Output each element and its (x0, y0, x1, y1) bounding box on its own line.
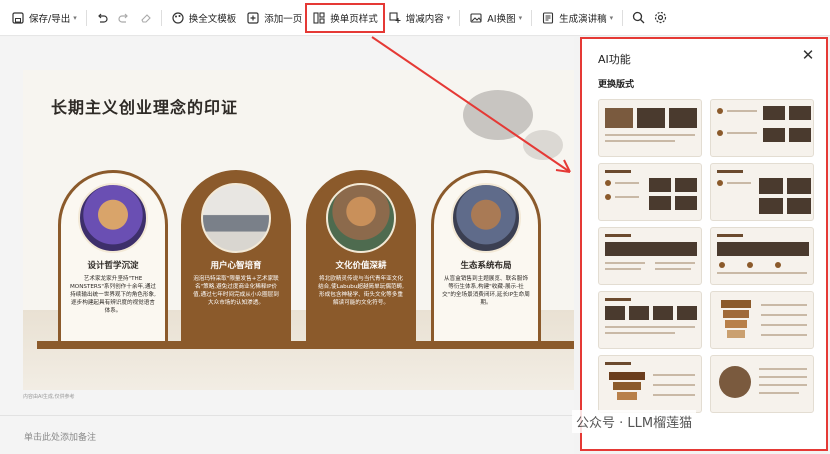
slide-title[interactable]: 长期主义创业理念的印证 (51, 94, 238, 118)
replace-template-button[interactable]: 换全文模板 (166, 5, 242, 31)
replace-template-label: 换全文模板 (188, 13, 237, 25)
redo-icon (118, 13, 128, 23)
chevron-down-icon: ▾ (446, 13, 451, 22)
card-culture[interactable]: 文化价值深耕 将北欧精灵传说与当代青年亚文化结合,使Labubu超越简单玩偶范畴… (306, 170, 416, 344)
card-image (78, 183, 148, 253)
layout-thumbnail[interactable] (598, 355, 702, 413)
card-user[interactable]: 用户心智培育 泡泡玛特采取"限量发售+艺术家联名"策略,避免过度商业化稀释IP价… (181, 170, 291, 344)
ai-disclaimer: 内容由AI生成,仅供参考 (23, 394, 75, 400)
image-icon (469, 11, 483, 25)
layout-thumbnail[interactable] (598, 99, 702, 157)
script-icon (541, 11, 555, 25)
ink-splash (463, 90, 533, 140)
layout-thumbnail[interactable] (710, 291, 814, 349)
add-remove-content-label: 增减内容 (405, 13, 444, 25)
card-title: 文化价值深耕 (335, 261, 387, 271)
layout-icon (312, 11, 326, 25)
slide-floor-bar (37, 341, 574, 349)
save-export-label: 保存/导出 (29, 13, 71, 25)
divider (622, 9, 624, 26)
card-text: 将北欧精灵传说与当代青年亚文化结合,使Labubu超越简单玩偶范畴,形成包含神秘… (318, 276, 404, 306)
ai-image-menu[interactable]: AI换图 ▾ (464, 5, 527, 31)
divider (85, 9, 87, 26)
chevron-down-icon: ▾ (73, 13, 77, 22)
card-title: 用户心智培育 (210, 261, 262, 271)
generate-script-label: 生成演讲稿 (559, 13, 607, 25)
ai-panel: AI功能 ✕ 更换版式 (580, 37, 828, 451)
gear-icon (654, 11, 666, 24)
clear-format-button[interactable] (135, 5, 157, 31)
card-title: 设计哲学沉淀 (87, 261, 139, 271)
chevron-down-icon: ▾ (518, 13, 523, 22)
add-page-button[interactable]: 添加一页 (241, 5, 307, 31)
layout-thumbnail[interactable] (710, 163, 814, 221)
search-button[interactable] (627, 5, 649, 31)
add-page-icon (246, 11, 260, 25)
panel-subtitle: 更换版式 (598, 80, 635, 90)
redo-button[interactable] (113, 5, 135, 31)
add-page-label: 添加一页 (264, 13, 303, 25)
watermark: 公众号 · LLM榴莲猫 (572, 410, 697, 433)
search-icon (632, 11, 645, 24)
card-title: 生态系统布局 (460, 261, 512, 271)
eraser-icon (141, 13, 151, 23)
card-design[interactable]: 设计哲学沉淀 艺术家龙家升坚持"THE MONSTERS"系列创作十余年,通过持… (58, 170, 168, 344)
save-export-menu[interactable]: 保存/导出 ▾ (6, 5, 82, 31)
card-image (451, 183, 521, 253)
layout-thumbnail[interactable] (598, 227, 702, 285)
card-image (326, 183, 396, 253)
divider (531, 9, 533, 26)
undo-icon (97, 13, 108, 23)
chevron-down-icon: ▾ (609, 13, 614, 22)
card-ecosystem[interactable]: 生态系统布局 从盲盒销售到主题展览、联名服饰等衍生体系,构建"收藏-展示-社交"… (431, 170, 541, 344)
notes-area[interactable]: 单击此处添加备注 (0, 415, 574, 454)
ai-image-label: AI换图 (487, 13, 516, 25)
panel-title: AI功能 (598, 53, 631, 66)
replace-page-style-button[interactable]: 换单页样式 (305, 2, 385, 33)
card-text: 艺术家龙家升坚持"THE MONSTERS"系列创作十余年,通过持续输出统一世界… (69, 276, 157, 314)
app-root: 保存/导出 ▾ 换全文模板 添加一页 换单页样式 增减内容 ▾ AI换图 ▾ 生… (0, 0, 830, 454)
card-image (201, 183, 271, 253)
slide-canvas: 长期主义创业理念的印证 设计哲学沉淀 艺术家龙家升坚持"THE MONSTERS… (0, 37, 574, 454)
card-text: 泡泡玛特采取"限量发售+艺术家联名"策略,避免过度商业化稀释IP价值,通过七年时… (193, 276, 279, 306)
divider (160, 9, 162, 26)
slide[interactable]: 长期主义创业理念的印证 设计哲学沉淀 艺术家龙家升坚持"THE MONSTERS… (23, 70, 574, 390)
save-icon (11, 11, 25, 25)
close-icon[interactable]: ✕ (800, 47, 816, 63)
layout-thumbnail[interactable] (710, 227, 814, 285)
settings-button[interactable] (649, 5, 671, 31)
divider (459, 9, 461, 26)
undo-button[interactable] (91, 5, 113, 31)
content-icon (388, 11, 402, 25)
card-text: 从盲盒销售到主题展览、联名服饰等衍生体系,构建"收藏-展示-社交"的全场景消费闭… (442, 276, 530, 306)
add-remove-content-menu[interactable]: 增减内容 ▾ (383, 5, 456, 31)
layout-thumbnail[interactable] (598, 163, 702, 221)
generate-script-menu[interactable]: 生成演讲稿 ▾ (536, 5, 618, 31)
ink-splash (523, 130, 563, 160)
toolbar: 保存/导出 ▾ 换全文模板 添加一页 换单页样式 增减内容 ▾ AI换图 ▾ 生… (0, 0, 830, 36)
layout-thumbnail[interactable] (598, 291, 702, 349)
notes-placeholder: 单击此处添加备注 (24, 433, 97, 443)
layout-thumbnail[interactable] (710, 99, 814, 157)
layout-thumbnail[interactable] (710, 355, 814, 413)
palette-icon (171, 11, 185, 25)
replace-page-style-label: 换单页样式 (330, 13, 378, 25)
